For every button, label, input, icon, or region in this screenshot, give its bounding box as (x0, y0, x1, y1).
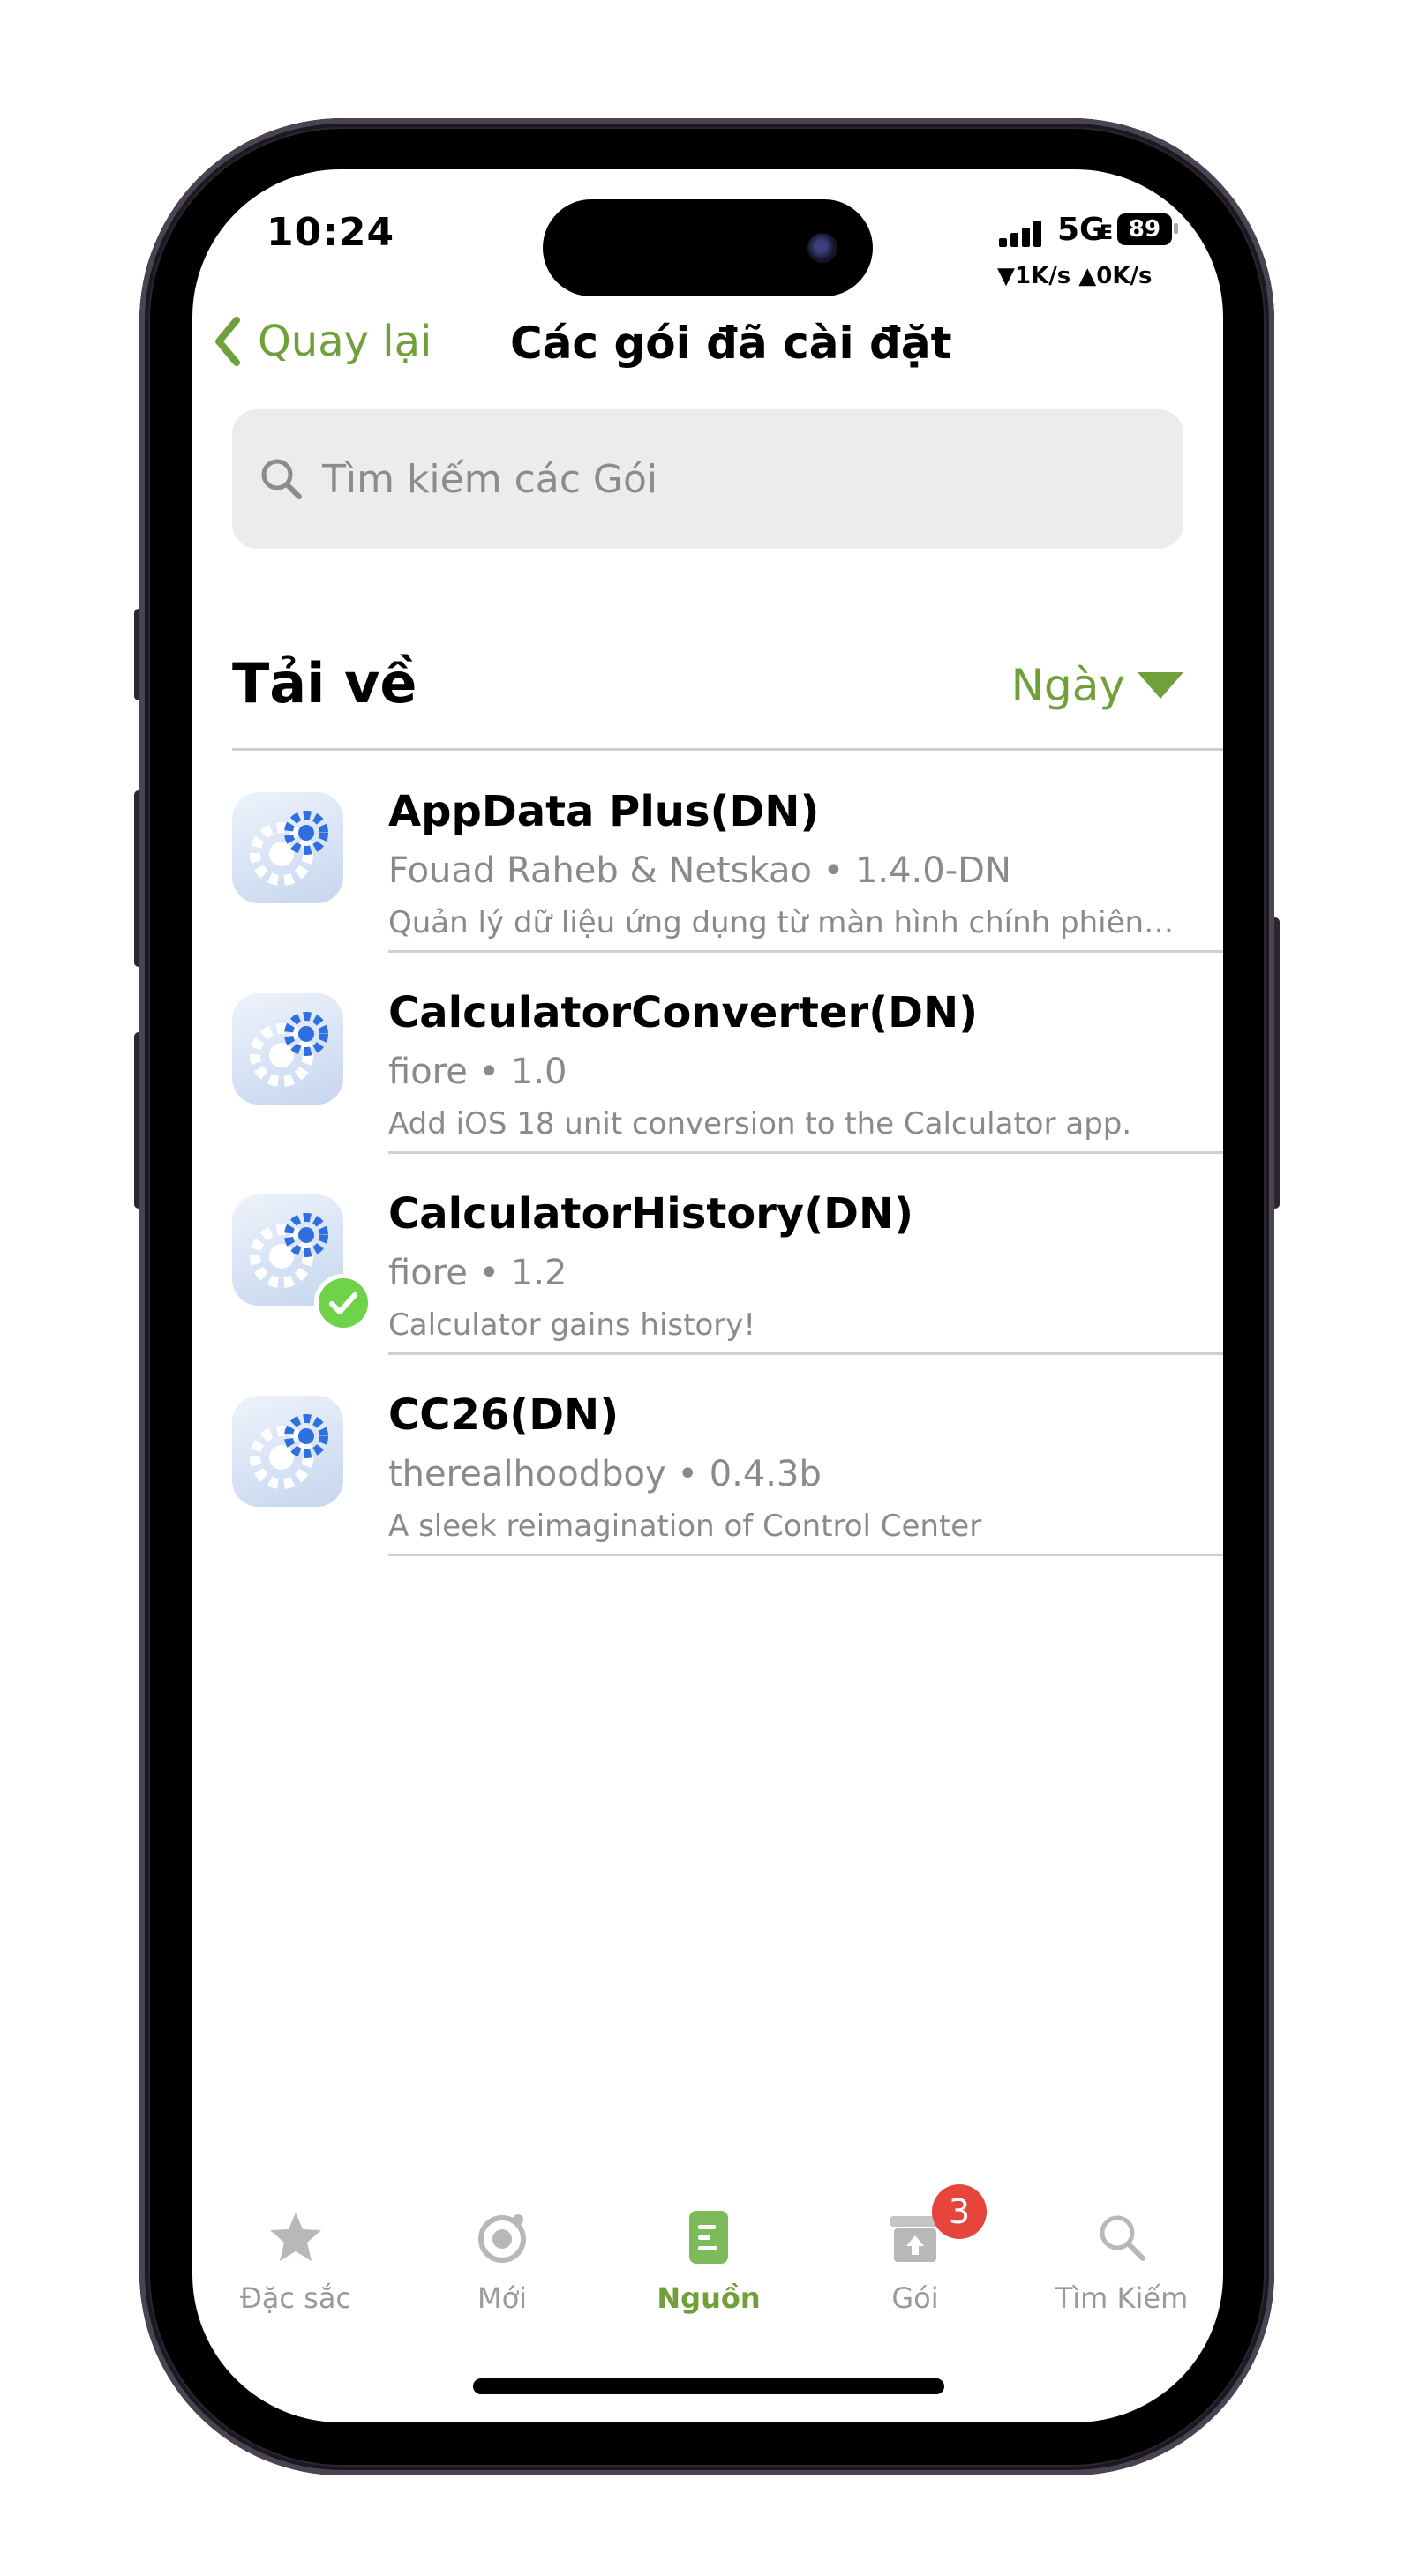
app-screen: 10:24 5G E 89 ▼1K/s ▲0K/s Quay lại Các g… (192, 169, 1223, 2422)
package-meta: fiore • 1.2 (388, 1253, 567, 1293)
status-time: 10:24 (267, 210, 395, 255)
search-bar[interactable] (232, 409, 1183, 549)
triangle-down-icon (1138, 672, 1183, 699)
package-gear-icon (232, 993, 343, 1105)
status-indicators: 5G E 89 ▼1K/s ▲0K/s (994, 212, 1188, 300)
package-row[interactable]: AppData Plus(DN) Fouad Raheb & Netskao •… (192, 752, 1223, 953)
tab-new[interactable]: Mới (399, 2190, 605, 2331)
package-gear-icon (232, 1396, 343, 1507)
signal-icon (999, 221, 1048, 247)
tab-label: Nguồn (657, 2281, 761, 2315)
network-speed: ▼1K/s ▲0K/s (997, 263, 1153, 289)
package-row[interactable]: CalculatorHistory(DN) fiore • 1.2 Calcul… (192, 1154, 1223, 1355)
search-icon (261, 459, 302, 499)
tab-search[interactable]: Tìm Kiếm (1018, 2190, 1223, 2331)
section-divider (232, 748, 1223, 751)
star-icon (270, 2213, 321, 2261)
tab-label: Gói (891, 2281, 939, 2315)
row-divider (388, 1554, 1223, 1556)
chevron-left-icon (215, 317, 240, 366)
home-indicator[interactable] (473, 2378, 944, 2394)
network-type: 5G (1057, 212, 1106, 248)
package-gear-icon (232, 792, 343, 903)
package-name: CalculatorConverter(DN) (388, 988, 979, 1037)
package-name: AppData Plus(DN) (388, 787, 820, 836)
tab-packages[interactable]: 3 Gói (812, 2184, 1018, 2331)
package-name: CC26(DN) (388, 1390, 620, 1440)
tab-label: Đặc sắc (239, 2281, 352, 2315)
package-description: A sleek reimagination of Control Center (388, 1509, 982, 1544)
package-meta: therealhoodboy • 0.4.3b (388, 1454, 822, 1494)
sort-label: Ngày (1010, 660, 1125, 711)
search-input[interactable] (320, 455, 1118, 503)
tab-sources[interactable]: Nguồn (605, 2190, 812, 2331)
back-button[interactable]: Quay lại (214, 302, 432, 381)
package-description: Quản lý dữ liệu ứng dụng từ màn hình chí… (388, 905, 1183, 940)
packages-count-badge: 3 (932, 2184, 987, 2239)
navigation-bar: Quay lại Các gói đã cài đặt (192, 302, 1223, 381)
page-title: Các gói đã cài đặt (510, 318, 952, 369)
package-meta: Fouad Raheb & Netskao • 1.4.0-DN (388, 850, 1011, 891)
search-icon (1100, 2215, 1145, 2261)
dynamic-island (543, 199, 873, 296)
tab-label: Tìm Kiếm (1055, 2281, 1189, 2315)
new-icon (478, 2214, 526, 2263)
installed-check-icon (314, 1274, 372, 1332)
sources-icon (689, 2211, 728, 2264)
back-label: Quay lại (258, 317, 432, 366)
package-row[interactable]: CC26(DN) therealhoodboy • 0.4.3b A sleek… (192, 1355, 1223, 1556)
package-description: Calculator gains history! (388, 1307, 755, 1343)
battery-icon: 89 (1117, 213, 1172, 245)
tab-featured[interactable]: Đặc sắc (192, 2190, 399, 2331)
battery-tip (1174, 223, 1178, 234)
front-camera-icon (807, 233, 837, 263)
tab-label: Mới (477, 2281, 528, 2315)
section-title: Tải về (232, 651, 417, 715)
sort-button[interactable]: Ngày (1011, 660, 1183, 711)
package-name: CalculatorHistory(DN) (388, 1189, 914, 1239)
network-subtype: E (1100, 222, 1114, 244)
tab-bar: Đặc sắc Mới Nguồn 3 Gói Tìm Kiếm (192, 2184, 1223, 2331)
package-description: Add iOS 18 unit conversion to the Calcul… (388, 1106, 1132, 1142)
package-meta: fiore • 1.0 (388, 1052, 567, 1092)
package-row[interactable]: CalculatorConverter(DN) fiore • 1.0 Add … (192, 953, 1223, 1154)
